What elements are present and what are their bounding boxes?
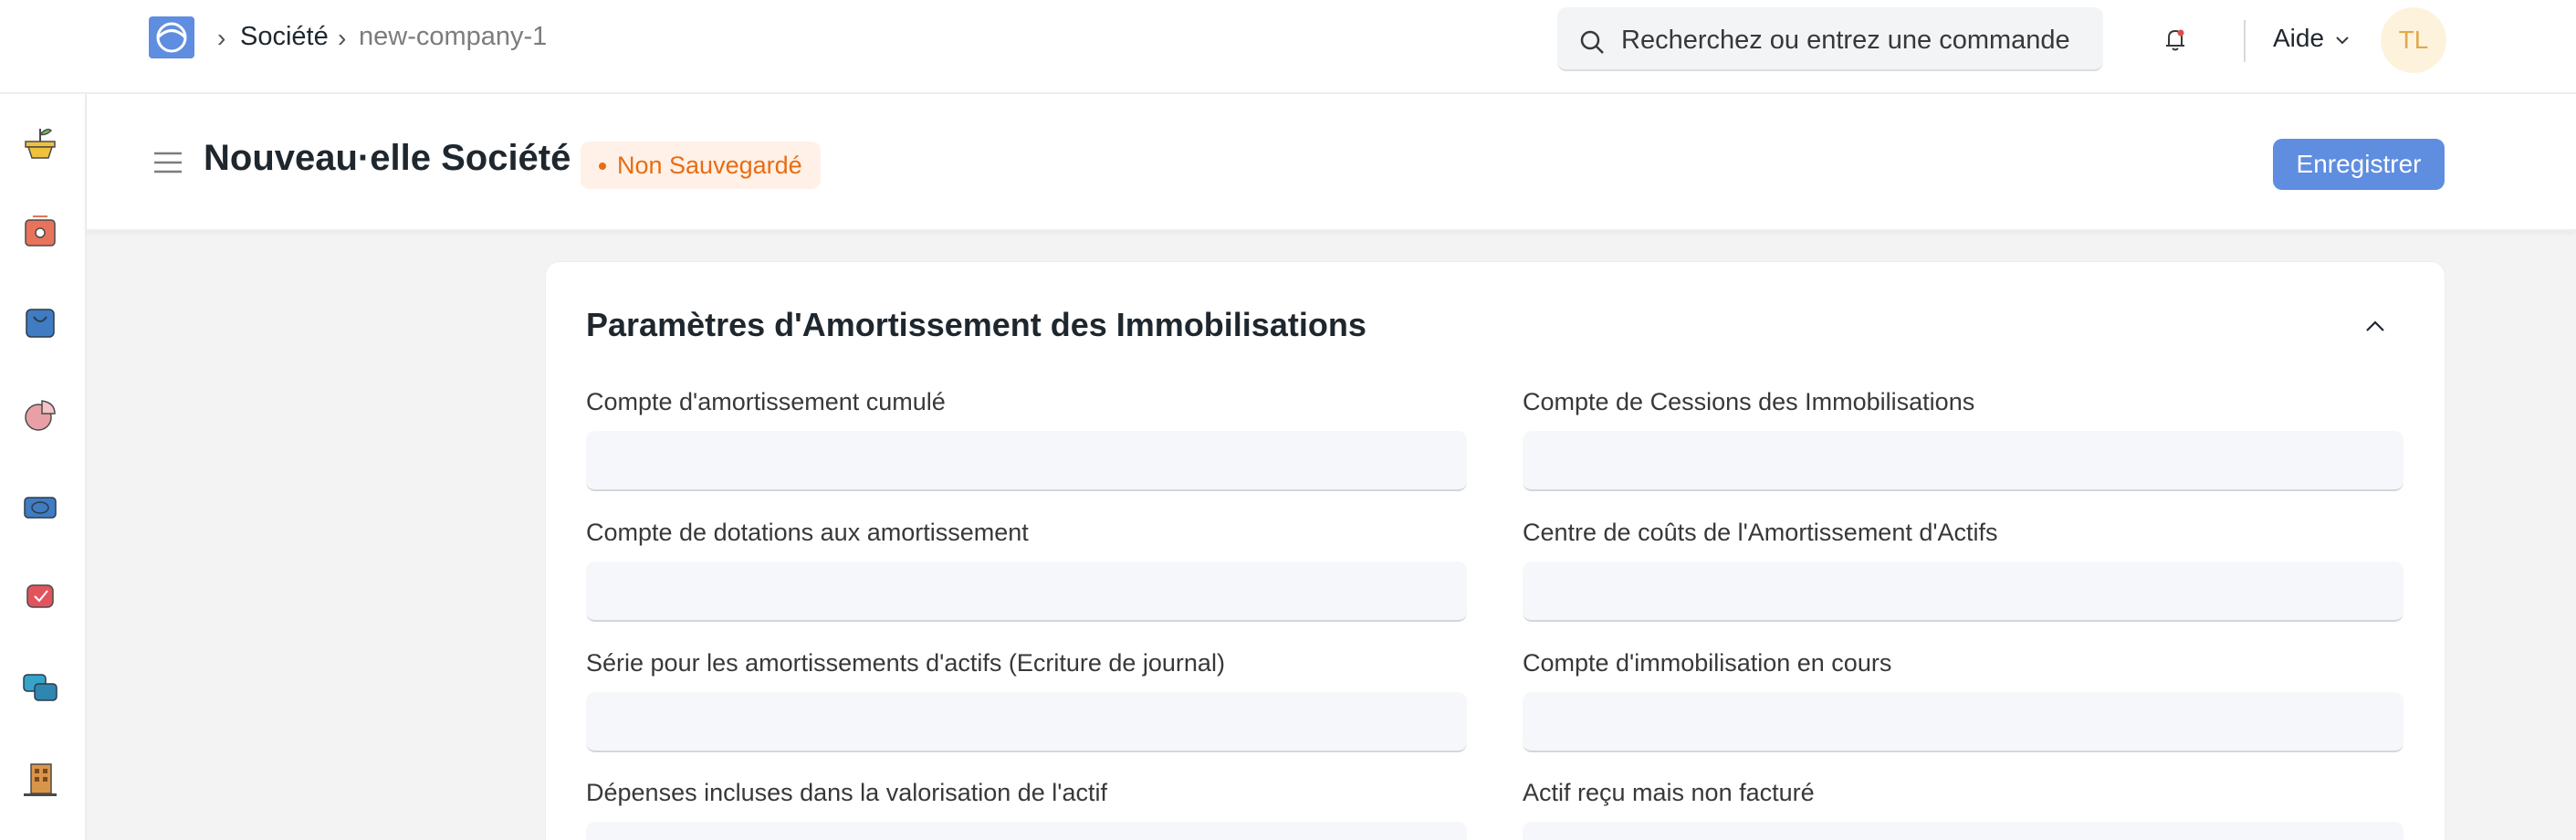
search-input[interactable]: Recherchez ou entrez une commande xyxy=(1557,7,2103,71)
shopping-bag-icon[interactable] xyxy=(20,302,60,342)
status-badge-label: Non Sauvegardé xyxy=(617,152,802,179)
help-menu[interactable]: Aide xyxy=(2273,24,2324,53)
menu-icon[interactable] xyxy=(152,149,183,176)
plant-icon[interactable] xyxy=(20,121,60,162)
depreciation-expense-field[interactable] xyxy=(586,562,1467,622)
search-placeholder: Recherchez ou entrez une commande xyxy=(1621,26,2070,55)
field-label-cwip-account: Compte d'immobilisation en cours xyxy=(1523,649,1892,677)
field-label-depreciation-cost-center: Centre de coûts de l'Amortissement d'Act… xyxy=(1523,519,1998,546)
bell-icon[interactable] xyxy=(2162,26,2189,53)
chevron-down-icon[interactable] xyxy=(2333,31,2351,49)
field-label-accumulated-depreciation: Compte d'amortissement cumulé xyxy=(586,388,946,415)
chevron-up-icon[interactable] xyxy=(2362,315,2388,337)
section-card: Paramètres d'Amortissement des Immobilis… xyxy=(545,261,2445,840)
status-dot-icon xyxy=(599,163,606,170)
money-icon[interactable] xyxy=(20,487,60,527)
field-label-asset-received-not-billed: Actif reçu mais non facturé xyxy=(1523,779,1815,806)
field-label-depreciation-series: Série pour les amortissements d'actifs (… xyxy=(586,649,1225,677)
depreciation-cost-center-field[interactable] xyxy=(1523,562,2403,622)
cwip-account-field[interactable] xyxy=(1523,692,2403,752)
disposal-account-field[interactable] xyxy=(1523,431,2403,491)
field-label-depreciation-expense: Compte de dotations aux amortissement xyxy=(586,519,1029,546)
chevron-right-icon: › xyxy=(217,24,226,52)
safe-icon[interactable] xyxy=(20,211,60,251)
expenses-in-valuation-field[interactable] xyxy=(586,822,1467,840)
app-logo-icon[interactable] xyxy=(149,16,194,58)
field-label-disposal-account: Compte de Cessions des Immobilisations xyxy=(1523,388,1975,415)
save-button[interactable]: Enregistrer xyxy=(2273,139,2445,190)
breadcrumb-societe[interactable]: Société xyxy=(240,22,329,52)
page-header: Nouveau·elle Société Non Sauvegardé Enre… xyxy=(87,94,2576,231)
section-title[interactable]: Paramètres d'Amortissement des Immobilis… xyxy=(586,306,1367,344)
pie-chart-icon[interactable] xyxy=(20,395,60,436)
chevron-right-icon: › xyxy=(338,24,347,52)
page-title: Nouveau·elle Société xyxy=(204,138,571,178)
sidebar xyxy=(0,94,87,840)
search-icon xyxy=(1580,30,1604,54)
divider xyxy=(2244,20,2246,62)
depreciation-series-field[interactable] xyxy=(586,692,1467,752)
accumulated-depreciation-field[interactable] xyxy=(586,431,1467,491)
support-icon[interactable] xyxy=(20,576,60,616)
chat-icon[interactable] xyxy=(20,667,60,708)
top-navbar: › Société › new-company-1 Recherchez ou … xyxy=(0,0,2576,94)
avatar[interactable]: TL xyxy=(2381,7,2446,73)
field-label-expenses-in-valuation: Dépenses incluses dans la valorisation d… xyxy=(586,779,1107,806)
asset-received-not-billed-field[interactable] xyxy=(1523,822,2403,840)
breadcrumb-current[interactable]: new-company-1 xyxy=(359,22,547,52)
status-badge: Non Sauvegardé xyxy=(581,142,821,189)
building-icon[interactable] xyxy=(20,759,60,799)
